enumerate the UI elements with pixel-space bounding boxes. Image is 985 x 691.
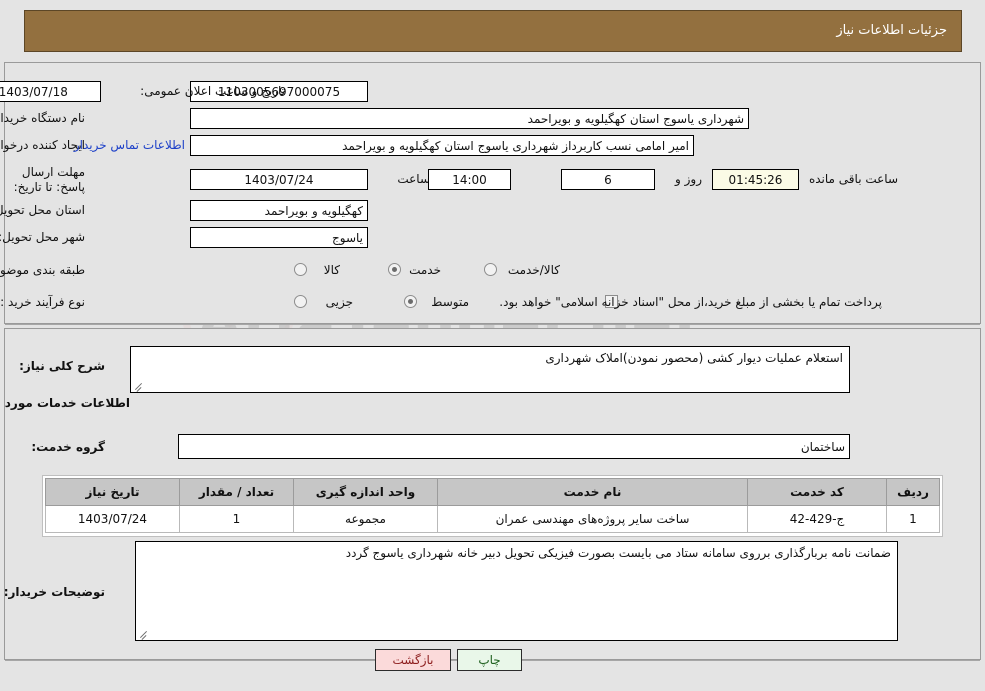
delivery-city-label: شهر محل تحویل: [0,230,85,244]
table-header-row: ردیف کد خدمت نام خدمت واحد اندازه گیری ت… [45,478,940,506]
category-radio-0[interactable] [294,263,307,276]
purchase-radio-1[interactable] [404,295,417,308]
delivery-province-label: استان محل تحویل: [0,203,85,217]
requester-value: امیر امامی نسب کاربرداز شهرداری یاسوج اس… [190,135,694,156]
deadline-date-value: 1403/07/24 [190,169,368,190]
purchase-type-label: نوع فرآیند خرید : [0,295,85,309]
category-label: طبقه بندی موضوعی: [0,263,85,277]
table-cell-name: ساخت سایر پروژه‌های مهندسی عمران [437,505,748,533]
summary-textarea[interactable]: استعلام عملیات دیوار کشی (محصور نمودن)ام… [130,346,850,393]
page-title: جزئیات اطلاعات نیاز [836,23,947,38]
days-remaining-label: روز و [675,172,702,186]
table-cell-date: 1403/07/24 [45,505,180,533]
days-remaining-value: 6 [561,169,655,190]
buyer-org-value: شهرداری یاسوج استان کهگیلویه و بویراحمد [190,108,749,129]
print-button[interactable]: چاپ [457,649,522,671]
table-header-unit: واحد اندازه گیری [293,478,438,506]
category-radio-label-1: خدمت [409,263,441,277]
need-info-panel [4,62,981,324]
summary-value: استعلام عملیات دیوار کشی (محصور نمودن)ام… [545,351,843,365]
countdown-suffix-label: ساعت باقی مانده [808,172,898,186]
treasury-note-label: پرداخت تمام یا بخشی از مبلغ خرید،از محل … [499,295,882,309]
services-section-title: اطلاعات خدمات مورد نیاز [0,396,130,410]
category-radio-label-0: کالا [323,263,340,277]
deadline-label: مهلت ارسال پاسخ: تا تاریخ: [13,165,85,194]
table-cell-qty: 1 [179,505,294,533]
table-cell-unit: مجموعه [293,505,438,533]
delivery-province-value: کهگیلویه و بویراحمد [190,200,368,221]
back-button[interactable]: بازگشت [375,649,451,671]
service-group-label: گروه خدمت: [31,440,105,454]
deadline-hour-label: ساعت [397,172,430,186]
purchase-radio-0[interactable] [294,295,307,308]
delivery-city-value: یاسوج [190,227,368,248]
requester-label: ایجاد کننده درخواست: [0,138,85,152]
table-header-qty: تعداد / مقدار [179,478,294,506]
table-header-name: نام خدمت [437,478,748,506]
announce-datetime-label: تاریخ و ساعت اعلان عمومی: [140,84,285,98]
countdown-timer-value: 01:45:26 [712,169,799,190]
purchase-radio-label-1: متوسط [431,295,469,309]
buyer-notes-label: توضیحات خریدار: [3,585,105,599]
page-header-bar: جزئیات اطلاعات نیاز [24,10,962,52]
table-header-index: ردیف [886,478,940,506]
table-header-code: کد خدمت [747,478,887,506]
announce-datetime-value: 1403/07/18 - 11:55 [0,81,101,102]
category-radio-label-2: کالا/خدمت [507,263,560,277]
services-table: ردیف کد خدمت نام خدمت واحد اندازه گیری ت… [45,478,940,533]
buyer-notes-textarea[interactable]: ضمانت نامه بربارگذاری برروی سامانه ستاد … [135,541,898,641]
category-radio-2[interactable] [484,263,497,276]
summary-label: شرح کلی نیاز: [19,359,105,373]
deadline-time-value: 14:00 [428,169,511,190]
table-cell-index: 1 [886,505,940,533]
category-radio-1[interactable] [388,263,401,276]
buyer-org-label: نام دستگاه خریدار: [0,111,85,125]
table-cell-code: ج-429-42 [747,505,887,533]
table-header-date: تاریخ نیاز [45,478,180,506]
purchase-radio-label-0: جزیی [325,295,353,309]
service-group-value: ساختمان [178,434,850,459]
table-row: 1 ج-429-42 ساخت سایر پروژه‌های مهندسی عم… [45,505,940,533]
buyer-contact-link[interactable]: اطلاعات تماس خریدار [74,138,185,152]
buyer-notes-value: ضمانت نامه بربارگذاری برروی سامانه ستاد … [345,546,891,560]
panel-divider-top [5,324,980,325]
resize-grip-icon[interactable] [138,630,148,640]
resize-grip-icon[interactable] [133,382,143,392]
